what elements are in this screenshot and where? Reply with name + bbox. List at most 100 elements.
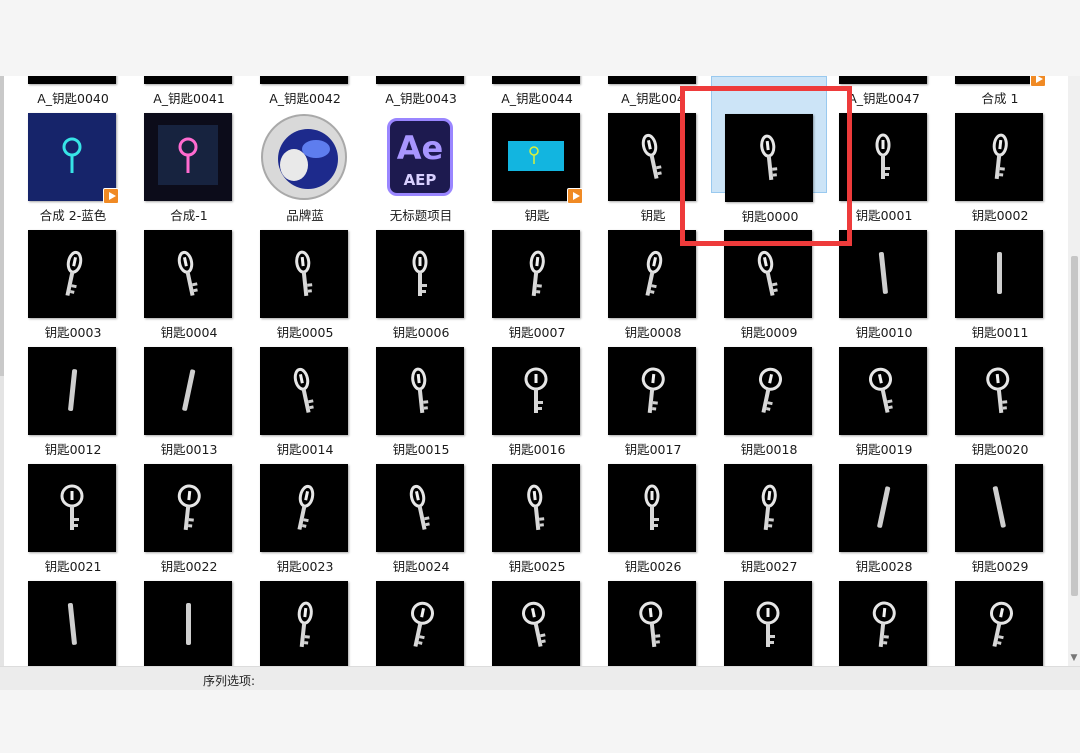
file-thumbnail-tile[interactable]: 品牌蓝 <box>247 76 363 223</box>
file-thumbnail-tile[interactable]: 钥匙0004 <box>131 193 247 340</box>
thumbnail-image <box>376 581 464 666</box>
thumbnail-image <box>955 230 1043 318</box>
file-thumbnail-tile[interactable]: 钥匙0010 <box>826 193 942 340</box>
file-thumbnail-tile[interactable]: 钥匙0014 <box>247 310 363 457</box>
thumbnail-image <box>492 230 580 318</box>
thumbnail-image <box>28 581 116 666</box>
file-thumbnail-tile[interactable] <box>131 544 247 666</box>
file-thumbnail-tile[interactable]: 钥匙0011 <box>942 193 1058 340</box>
file-thumbnail-tile[interactable]: 钥匙0018 <box>711 310 827 457</box>
thumbnail-image <box>376 347 464 435</box>
thumbnail-image <box>144 581 232 666</box>
file-thumbnail-tile[interactable]: 钥匙0017 <box>595 310 711 457</box>
thumbnail-image <box>724 347 812 435</box>
thumbnail-image: Ae AEP <box>376 113 464 201</box>
file-thumbnail-tile[interactable]: Ae AEP 无标题项目 <box>363 76 479 223</box>
thumbnail-image <box>28 113 119 204</box>
file-thumbnail-tile[interactable]: 钥匙0000 <box>711 76 827 224</box>
file-thumbnail-tile[interactable] <box>15 544 131 666</box>
file-thumbnail-tile[interactable]: 钥匙0019 <box>826 310 942 457</box>
file-thumbnail-tile[interactable]: 钥匙0006 <box>363 193 479 340</box>
thumbnail-image <box>260 464 348 552</box>
thumbnail-image <box>955 464 1043 552</box>
file-thumbnail-tile[interactable]: 钥匙0005 <box>247 193 363 340</box>
key-render-icon <box>757 250 778 296</box>
thumbnail-image <box>955 581 1043 666</box>
file-thumbnail-tile[interactable]: 钥匙 <box>479 76 595 223</box>
scroll-down-arrow-icon[interactable]: ▼ <box>1069 653 1079 663</box>
key-render-icon <box>997 252 1002 294</box>
thumbnail-image <box>28 347 116 435</box>
file-thumbnail-tile[interactable]: 钥匙0015 <box>363 310 479 457</box>
file-thumbnail-tile[interactable]: 钥匙0024 <box>363 427 479 574</box>
key-render-icon <box>293 367 314 413</box>
file-thumbnail-tile[interactable] <box>711 544 827 666</box>
file-thumbnail-tile[interactable]: 合成-1 <box>131 76 247 223</box>
file-thumbnail-tile[interactable] <box>826 544 942 666</box>
file-thumbnail-tile[interactable]: 钥匙0020 <box>942 310 1058 457</box>
file-thumbnail-tile[interactable]: 钥匙0002 <box>942 76 1058 223</box>
vertical-scrollbar-thumb[interactable] <box>1071 256 1078 596</box>
vertical-scrollbar[interactable]: ▼ <box>1068 76 1080 666</box>
file-thumbnail-tile[interactable]: 钥匙0029 <box>942 427 1058 574</box>
key-render-icon <box>295 250 313 297</box>
after-effects-project-icon: Ae AEP <box>387 118 453 196</box>
thumbnail-image <box>839 113 927 201</box>
thumbnail-image <box>839 464 927 552</box>
key-render-icon <box>182 369 196 411</box>
cinema4d-logo-icon <box>260 113 348 201</box>
file-thumbnail-tile[interactable]: 钥匙0009 <box>711 193 827 340</box>
file-thumbnail-tile[interactable]: 钥匙0008 <box>595 193 711 340</box>
key-render-icon <box>760 134 778 181</box>
file-thumbnail-tile[interactable] <box>247 544 363 666</box>
thumbnail-image <box>144 230 232 318</box>
thumbnail-image <box>260 347 348 435</box>
key-render-icon <box>989 601 1013 647</box>
key-render-icon <box>186 603 191 645</box>
thumbnail-image <box>839 581 927 666</box>
file-thumbnail-tile[interactable] <box>479 544 595 666</box>
file-thumbnail-tile[interactable]: 钥匙0001 <box>826 76 942 223</box>
file-thumbnail-tile[interactable]: 合成 2-蓝色 <box>15 76 131 223</box>
file-thumbnail-tile[interactable]: 钥匙0021 <box>15 427 131 574</box>
file-thumbnail-tile[interactable]: 钥匙0012 <box>15 310 131 457</box>
file-thumbnail-tile[interactable]: 钥匙0025 <box>479 427 595 574</box>
file-thumbnail-tile[interactable]: 钥匙0013 <box>131 310 247 457</box>
status-bar: 序列选项: <box>0 666 1080 690</box>
file-thumbnail-tile[interactable]: 钥匙0016 <box>479 310 595 457</box>
file-thumbnail-tile[interactable]: 钥匙0022 <box>131 427 247 574</box>
file-thumbnail-tile[interactable]: 钥匙0028 <box>826 427 942 574</box>
file-thumbnail-tile[interactable]: 钥匙0027 <box>711 427 827 574</box>
thumbnail-image <box>28 230 116 318</box>
key-render-icon <box>297 601 313 648</box>
key-render-icon <box>872 601 896 648</box>
thumbnail-image <box>608 581 696 666</box>
thumbnail-image <box>724 581 812 666</box>
file-thumbnail-tile[interactable] <box>363 544 479 666</box>
thumbnail-image <box>839 347 927 435</box>
file-thumbnail-tile[interactable] <box>595 544 711 666</box>
key-render-icon <box>412 250 428 296</box>
thumbnail-image <box>724 464 812 552</box>
thumbnail-image <box>725 114 813 202</box>
sequence-options-label: 序列选项: <box>203 674 256 688</box>
thumbnail-image <box>28 464 116 552</box>
thumbnail-image <box>608 347 696 435</box>
file-thumbnail-tile[interactable]: 钥匙0007 <box>479 193 595 340</box>
key-render-icon <box>67 603 77 645</box>
file-thumbnail-tile[interactable]: 钥匙0023 <box>247 427 363 574</box>
key-render-icon <box>875 133 891 179</box>
key-render-icon <box>65 250 83 296</box>
file-grid-pane[interactable]: A_钥匙0040 A_钥匙0041 A_钥匙0042 A_钥匙0043 A_钥匙0044… <box>4 76 1068 666</box>
thumbnail-image <box>724 230 812 318</box>
thumbnail-image <box>492 113 583 204</box>
file-thumbnail-tile[interactable]: 钥匙0026 <box>595 427 711 574</box>
key-render-icon <box>410 601 434 647</box>
top-margin <box>0 0 1080 76</box>
file-thumbnail-tile[interactable]: 钥匙 <box>595 76 711 223</box>
file-thumbnail-tile[interactable] <box>942 544 1058 666</box>
key-render-icon <box>177 250 198 296</box>
key-render-icon <box>522 601 546 647</box>
file-thumbnail-tile[interactable]: 钥匙0003 <box>15 193 131 340</box>
thumbnail-image <box>492 464 580 552</box>
